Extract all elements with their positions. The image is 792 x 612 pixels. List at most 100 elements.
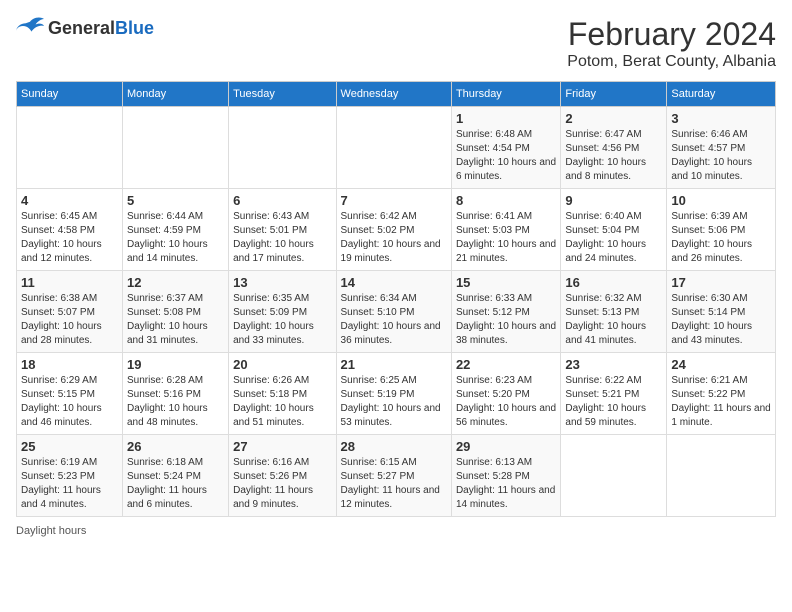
day-number: 9: [565, 193, 662, 208]
calendar-week-row: 25 Sunrise: 6:19 AMSunset: 5:23 PMDayligh…: [17, 435, 776, 517]
day-info: Sunrise: 6:43 AMSunset: 5:01 PMDaylight:…: [233, 210, 331, 266]
day-number: 11: [21, 275, 118, 290]
day-number: 21: [341, 357, 447, 372]
day-number: 20: [233, 357, 331, 372]
day-of-week-header: Sunday: [17, 82, 123, 107]
day-info: Sunrise: 6:32 AMSunset: 5:13 PMDaylight:…: [565, 292, 662, 348]
day-info: Sunrise: 6:46 AMSunset: 4:57 PMDaylight:…: [671, 128, 771, 184]
day-number: 10: [671, 193, 771, 208]
day-number: 23: [565, 357, 662, 372]
day-info: Sunrise: 6:42 AMSunset: 5:02 PMDaylight:…: [341, 210, 447, 266]
day-info: Sunrise: 6:29 AMSunset: 5:15 PMDaylight:…: [21, 374, 118, 430]
calendar-day-cell: 25 Sunrise: 6:19 AMSunset: 5:23 PMDayligh…: [17, 435, 123, 517]
day-number: 28: [341, 439, 447, 454]
footer: Daylight hours: [16, 525, 776, 537]
calendar-day-cell: [229, 107, 336, 189]
day-number: 26: [127, 439, 224, 454]
day-info: Sunrise: 6:16 AMSunset: 5:26 PMDaylight:…: [233, 456, 331, 512]
day-info: Sunrise: 6:44 AMSunset: 4:59 PMDaylight:…: [127, 210, 224, 266]
day-number: 2: [565, 111, 662, 126]
day-number: 8: [456, 193, 556, 208]
day-info: Sunrise: 6:41 AMSunset: 5:03 PMDaylight:…: [456, 210, 556, 266]
day-info: Sunrise: 6:34 AMSunset: 5:10 PMDaylight:…: [341, 292, 447, 348]
day-info: Sunrise: 6:39 AMSunset: 5:06 PMDaylight:…: [671, 210, 771, 266]
calendar-table: SundayMondayTuesdayWednesdayThursdayFrid…: [16, 81, 776, 517]
day-number: 25: [21, 439, 118, 454]
day-info: Sunrise: 6:37 AMSunset: 5:08 PMDaylight:…: [127, 292, 224, 348]
day-info: Sunrise: 6:30 AMSunset: 5:14 PMDaylight:…: [671, 292, 771, 348]
day-of-week-header: Wednesday: [336, 82, 451, 107]
calendar-day-cell: [561, 435, 667, 517]
day-number: 27: [233, 439, 331, 454]
calendar-day-cell: 10 Sunrise: 6:39 AMSunset: 5:06 PMDayligh…: [667, 189, 776, 271]
calendar-week-row: 1 Sunrise: 6:48 AMSunset: 4:54 PMDaylight…: [17, 107, 776, 189]
calendar-day-cell: 27 Sunrise: 6:16 AMSunset: 5:26 PMDayligh…: [229, 435, 336, 517]
calendar-day-cell: 6 Sunrise: 6:43 AMSunset: 5:01 PMDaylight…: [229, 189, 336, 271]
calendar-day-cell: [336, 107, 451, 189]
calendar-day-cell: 15Sunrise: 6:33 AMSunset: 5:12 PMDayligh…: [451, 271, 560, 353]
day-number: 1: [456, 111, 556, 126]
day-number: 15: [456, 275, 556, 290]
day-number: 16: [565, 275, 662, 290]
calendar-week-row: 11 Sunrise: 6:38 AMSunset: 5:07 PMDayligh…: [17, 271, 776, 353]
day-info: Sunrise: 6:40 AMSunset: 5:04 PMDaylight:…: [565, 210, 662, 266]
calendar-day-cell: 23 Sunrise: 6:22 AMSunset: 5:21 PMDayligh…: [561, 353, 667, 435]
calendar-day-cell: 1 Sunrise: 6:48 AMSunset: 4:54 PMDaylight…: [451, 107, 560, 189]
logo-text: GeneralBlue: [48, 18, 154, 39]
header-row: SundayMondayTuesdayWednesdayThursdayFrid…: [17, 82, 776, 107]
day-number: 7: [341, 193, 447, 208]
logo-icon: [16, 16, 44, 41]
daylight-label: Daylight hours: [16, 525, 86, 537]
day-number: 13: [233, 275, 331, 290]
calendar-day-cell: 8 Sunrise: 6:41 AMSunset: 5:03 PMDaylight…: [451, 189, 560, 271]
calendar-day-cell: 20 Sunrise: 6:26 AMSunset: 5:18 PMDayligh…: [229, 353, 336, 435]
day-info: Sunrise: 6:19 AMSunset: 5:23 PMDaylight:…: [21, 456, 118, 512]
day-number: 14: [341, 275, 447, 290]
day-number: 5: [127, 193, 224, 208]
calendar-day-cell: 21 Sunrise: 6:25 AMSunset: 5:19 PMDayligh…: [336, 353, 451, 435]
day-of-week-header: Saturday: [667, 82, 776, 107]
day-info: Sunrise: 6:18 AMSunset: 5:24 PMDaylight:…: [127, 456, 224, 512]
day-info: Sunrise: 6:26 AMSunset: 5:18 PMDaylight:…: [233, 374, 331, 430]
day-info: Sunrise: 6:38 AMSunset: 5:07 PMDaylight:…: [21, 292, 118, 348]
subtitle: Potom, Berat County, Albania: [567, 53, 776, 71]
day-info: Sunrise: 6:45 AMSunset: 4:58 PMDaylight:…: [21, 210, 118, 266]
calendar-day-cell: 13 Sunrise: 6:35 AMSunset: 5:09 PMDayligh…: [229, 271, 336, 353]
calendar-day-cell: 12 Sunrise: 6:37 AMSunset: 5:08 PMDayligh…: [122, 271, 228, 353]
day-info: Sunrise: 6:22 AMSunset: 5:21 PMDaylight:…: [565, 374, 662, 430]
day-info: Sunrise: 6:23 AMSunset: 5:20 PMDaylight:…: [456, 374, 556, 430]
calendar-day-cell: 2 Sunrise: 6:47 AMSunset: 4:56 PMDaylight…: [561, 107, 667, 189]
day-number: 17: [671, 275, 771, 290]
day-of-week-header: Thursday: [451, 82, 560, 107]
day-info: Sunrise: 6:48 AMSunset: 4:54 PMDaylight:…: [456, 128, 556, 184]
calendar-day-cell: 16 Sunrise: 6:32 AMSunset: 5:13 PMDayligh…: [561, 271, 667, 353]
calendar-day-cell: 14 Sunrise: 6:34 AMSunset: 5:10 PMDayligh…: [336, 271, 451, 353]
day-number: 6: [233, 193, 331, 208]
day-info: Sunrise: 6:47 AMSunset: 4:56 PMDaylight:…: [565, 128, 662, 184]
calendar-day-cell: 5 Sunrise: 6:44 AMSunset: 4:59 PMDaylight…: [122, 189, 228, 271]
calendar-week-row: 4 Sunrise: 6:45 AMSunset: 4:58 PMDaylight…: [17, 189, 776, 271]
calendar-day-cell: 28 Sunrise: 6:15 AMSunset: 5:27 PMDayligh…: [336, 435, 451, 517]
day-info: Sunrise: 6:13 AMSunset: 5:28 PMDaylight:…: [456, 456, 556, 512]
day-number: 3: [671, 111, 771, 126]
calendar-day-cell: 26 Sunrise: 6:18 AMSunset: 5:24 PMDayligh…: [122, 435, 228, 517]
day-info: Sunrise: 6:35 AMSunset: 5:09 PMDaylight:…: [233, 292, 331, 348]
calendar-day-cell: 7 Sunrise: 6:42 AMSunset: 5:02 PMDaylight…: [336, 189, 451, 271]
day-number: 19: [127, 357, 224, 372]
day-info: Sunrise: 6:21 AMSunset: 5:22 PMDaylight:…: [671, 374, 771, 430]
calendar-day-cell: [667, 435, 776, 517]
day-info: Sunrise: 6:25 AMSunset: 5:19 PMDaylight:…: [341, 374, 447, 430]
day-number: 4: [21, 193, 118, 208]
calendar-day-cell: 3 Sunrise: 6:46 AMSunset: 4:57 PMDaylight…: [667, 107, 776, 189]
calendar-day-cell: 19Sunrise: 6:28 AMSunset: 5:16 PMDayligh…: [122, 353, 228, 435]
day-info: Sunrise: 6:15 AMSunset: 5:27 PMDaylight:…: [341, 456, 447, 512]
page-header: GeneralBlue February 2024 Potom, Berat C…: [16, 16, 776, 71]
calendar-day-cell: 18Sunrise: 6:29 AMSunset: 5:15 PMDayligh…: [17, 353, 123, 435]
calendar-day-cell: 17 Sunrise: 6:30 AMSunset: 5:14 PMDayligh…: [667, 271, 776, 353]
calendar-day-cell: [122, 107, 228, 189]
calendar-day-cell: [17, 107, 123, 189]
calendar-day-cell: 4 Sunrise: 6:45 AMSunset: 4:58 PMDaylight…: [17, 189, 123, 271]
title-section: February 2024 Potom, Berat County, Alban…: [567, 16, 776, 71]
day-of-week-header: Tuesday: [229, 82, 336, 107]
day-number: 12: [127, 275, 224, 290]
